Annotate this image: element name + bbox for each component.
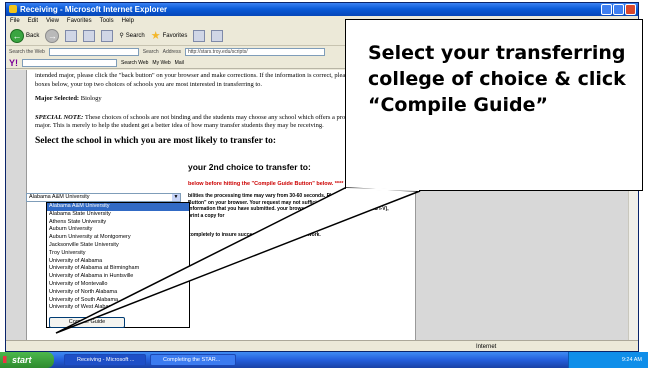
yahoo-my-web-button[interactable]: My Web <box>152 60 170 66</box>
refresh-button[interactable] <box>83 29 96 42</box>
school-option[interactable]: Troy University <box>47 250 189 258</box>
school-select[interactable]: Alabama A&M University ▼ <box>26 193 181 202</box>
instruction-callout: Select your transferring college of choi… <box>345 19 643 191</box>
school-select-value: Alabama A&M University <box>29 194 90 200</box>
search-button[interactable]: ⚲ Search <box>119 32 144 40</box>
chevron-down-icon[interactable]: ▼ <box>172 194 180 201</box>
maximize-button[interactable] <box>613 4 624 15</box>
minimize-button[interactable] <box>601 4 612 15</box>
ie-icon <box>9 5 17 13</box>
yahoo-mail-button[interactable]: Mail <box>175 60 184 66</box>
window-title: Receiving - Microsoft Internet Explorer <box>20 5 168 14</box>
search-icon: ⚲ <box>119 33 124 39</box>
school-option[interactable]: University of North Alabama <box>47 289 189 297</box>
menu-favorites[interactable]: Favorites <box>67 16 92 26</box>
address-input[interactable]: http://stars.troy.edu/scripts/ <box>184 48 325 56</box>
menu-edit[interactable]: Edit <box>28 16 38 26</box>
menu-file[interactable]: File <box>10 16 20 26</box>
school-option[interactable]: Auburn University at Montgomery <box>47 234 189 242</box>
school-option[interactable]: Alabama A&M University <box>47 203 189 211</box>
school-dropdown-list: Alabama A&M University Alabama State Uni… <box>46 202 190 328</box>
favorites-button[interactable]: ★ Favorites <box>151 29 188 42</box>
clock: 9:24 AM <box>621 357 642 363</box>
search-web-button[interactable]: Search <box>143 49 159 55</box>
search-web-label: Search the Web <box>9 49 45 55</box>
address-label: Address <box>162 49 181 55</box>
coursework-note: completely to insure successful transfer… <box>188 232 321 238</box>
window-controls <box>601 4 636 15</box>
star-icon: ★ <box>150 30 161 42</box>
back-arrow-icon: ← <box>10 28 24 43</box>
school-option[interactable]: University of Alabama at Birmingham <box>47 265 189 273</box>
status-zone: Internet <box>476 344 497 350</box>
taskbar: start Receiving - Microsoft ... Completi… <box>0 352 648 368</box>
close-button[interactable] <box>625 4 636 15</box>
school-option[interactable]: Jacksonville State University <box>47 242 189 250</box>
back-button[interactable]: ← Back <box>10 28 39 43</box>
school-option[interactable]: University of South Alabama <box>47 297 189 305</box>
yahoo-search-input[interactable] <box>22 59 117 67</box>
title-bar: Receiving - Microsoft Internet Explorer <box>6 3 638 16</box>
special-note-label: SPECIAL NOTE: <box>35 113 84 121</box>
compile-guide-button[interactable]: Compile Guide <box>49 317 125 328</box>
status-bar: Internet <box>6 340 638 351</box>
second-choice-heading: your 2nd choice to transfer to: <box>188 162 311 172</box>
stop-button[interactable] <box>65 29 78 42</box>
school-option[interactable]: University of Alabama in Huntsville <box>47 273 189 281</box>
search-web-input[interactable] <box>48 48 139 56</box>
school-option[interactable]: University of West Alabama <box>47 304 189 312</box>
menu-tools[interactable]: Tools <box>100 16 114 26</box>
media-button[interactable] <box>193 29 206 42</box>
windows-flag-icon <box>3 356 10 363</box>
special-note-text: These choices of schools are not binding… <box>35 113 399 130</box>
system-tray: 9:24 AM <box>568 352 648 368</box>
major-label: Major Selected: <box>35 95 80 102</box>
mail-button[interactable] <box>211 29 224 42</box>
school-option[interactable]: Alabama State University <box>47 211 189 219</box>
school-option[interactable]: University of Alabama <box>47 258 189 266</box>
school-option[interactable]: Athens State University <box>47 219 189 227</box>
menu-view[interactable]: View <box>46 16 59 26</box>
start-button[interactable]: start <box>0 352 54 368</box>
yahoo-search-web-button[interactable]: Search Web <box>121 60 148 66</box>
major-value: Biology <box>80 95 102 102</box>
left-margin <box>6 70 26 340</box>
home-button[interactable] <box>101 29 114 42</box>
school-option[interactable]: Auburn University <box>47 226 189 234</box>
taskbar-item-receiving[interactable]: Receiving - Microsoft ... <box>64 354 146 366</box>
taskbar-item-completing[interactable]: Completing the STAR... <box>150 354 236 366</box>
menu-help[interactable]: Help <box>122 16 134 26</box>
school-option[interactable]: University of Montevallo <box>47 281 189 289</box>
processing-note: bilities the processing time may vary fr… <box>188 193 389 219</box>
forward-button[interactable]: → <box>45 28 60 43</box>
yahoo-logo-icon[interactable]: Y! <box>9 58 18 68</box>
callout-text: Select your transferring college of choi… <box>368 42 626 116</box>
